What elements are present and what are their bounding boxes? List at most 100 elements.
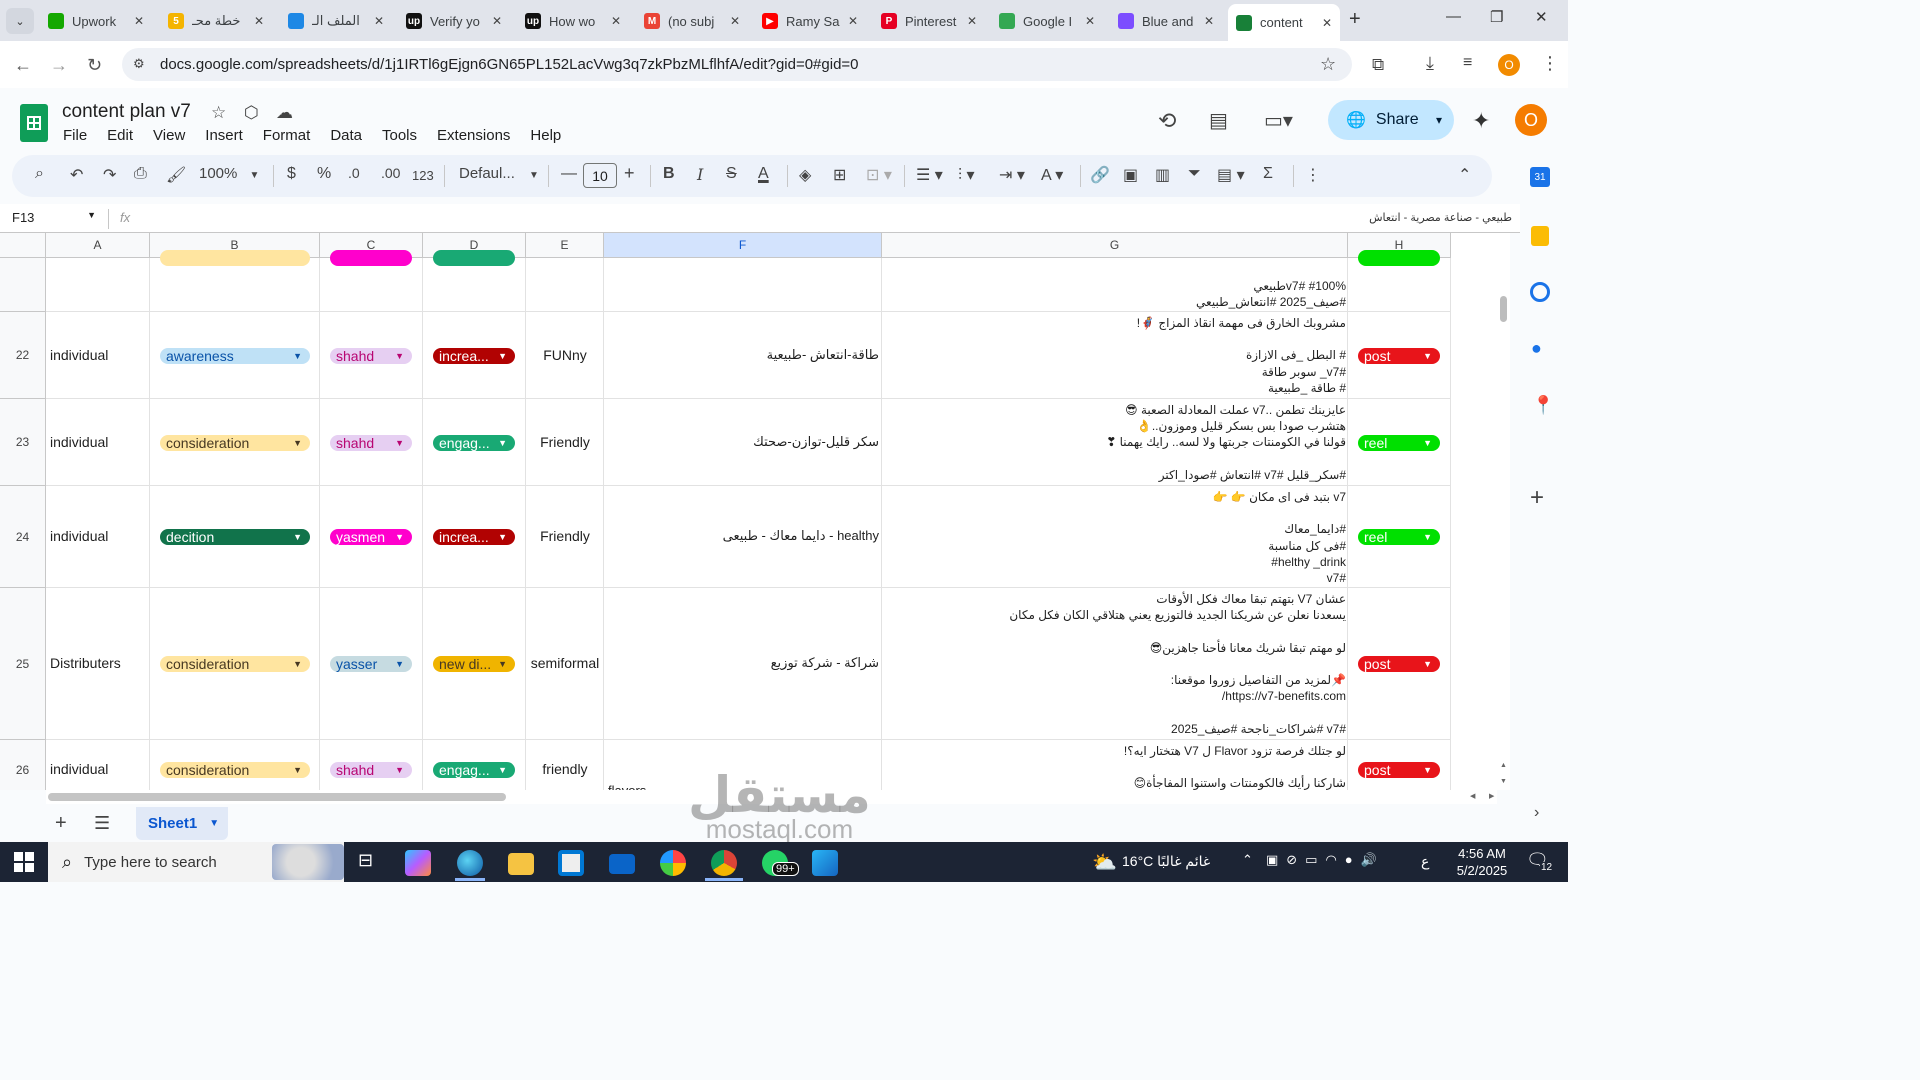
account-avatar[interactable]: O [1515,104,1547,136]
browser-tab[interactable]: P Pinterest ✕ [873,6,985,36]
undo-icon[interactable]: ↶ [70,165,83,185]
tab-close-icon[interactable]: ✕ [1085,14,1095,28]
tab-close-icon[interactable]: ✕ [374,14,384,28]
format-chip[interactable]: post ▼ [1358,762,1440,778]
increase-font-size-button[interactable]: + [624,163,635,184]
column-header-g[interactable]: G [882,233,1348,258]
contacts-icon[interactable]: ● [1531,338,1542,359]
chip-dropdown-icon[interactable]: ▼ [1423,529,1432,545]
paint-format-icon[interactable]: 🖌 [166,165,186,185]
tab-active[interactable]: content ✕ [1228,4,1340,41]
all-sheets-button[interactable]: ☰ [94,813,110,834]
chip-dropdown-icon[interactable]: ▼ [1423,435,1432,451]
font-select[interactable]: Defaul... ▼ [459,165,539,182]
row-header[interactable]: 24 [0,486,46,588]
objective-chip[interactable]: increa... ▼ [433,347,515,364]
text-rotation-icon[interactable]: A ▾ [1041,165,1063,185]
chip-dropdown-icon[interactable]: ▼ [395,762,404,778]
increase-decimal-button[interactable]: .00 [381,165,400,181]
decrease-decimal-button[interactable]: .0 [348,165,360,181]
vertical-align-icon[interactable]: ⫶ ▾ [958,165,974,185]
chip-dropdown-icon[interactable]: ▼ [293,435,302,451]
menu-item-view[interactable]: View [153,127,185,144]
tab-close-icon[interactable]: ✕ [967,14,977,28]
edge-icon[interactable] [457,850,483,876]
photos-icon[interactable] [660,850,686,876]
add-sheet-button[interactable]: + [55,812,67,835]
menu-item-edit[interactable]: Edit [107,127,133,144]
chip-dropdown-icon[interactable]: ▼ [293,656,302,672]
share-dropdown-icon[interactable]: ▾ [1436,113,1442,127]
browser-tab[interactable]: M (no subj ✕ [636,6,748,36]
tab-close-icon[interactable]: ✕ [730,14,740,28]
chip-dropdown-icon[interactable]: ▼ [1423,762,1432,778]
chip-dropdown-icon[interactable]: ▼ [498,656,507,672]
menu-item-help[interactable]: Help [530,127,561,144]
chrome-icon[interactable] [711,850,737,876]
column-header-f[interactable]: F [604,233,882,258]
chip-dropdown-icon[interactable]: ▼ [498,529,507,545]
fill-color-icon[interactable]: ◈ [799,165,811,185]
browser-tab[interactable]: الملف الـ ✕ [280,6,392,36]
keep-icon[interactable] [1531,226,1549,246]
tab-close-icon[interactable]: ✕ [1322,16,1332,30]
new-tab-button[interactable]: + [1349,8,1361,31]
document-title[interactable]: content plan v7 [62,101,191,123]
menu-item-extensions[interactable]: Extensions [437,127,510,144]
dropdown-chip[interactable] [330,250,412,266]
spreadsheet-grid[interactable]: A B C D E F G H #100% #v7طبيعي #صيف_2025 #انتعاش… [0,233,1510,790]
comments-icon[interactable]: ▤ [1209,108,1228,133]
task-view-icon[interactable]: ⊟ [358,850,373,871]
browser-tab[interactable]: Upwork ✕ [40,6,152,36]
merge-cells-icon[interactable]: ⊡ ▾ [866,165,892,185]
text-wrapping-icon[interactable]: ⇥ ▾ [999,165,1025,185]
mail-icon[interactable] [609,854,635,874]
filter-views-icon[interactable]: ▤ ▾ [1217,165,1245,185]
format-chip[interactable]: post ▼ [1358,347,1440,364]
chip-dropdown-icon[interactable]: ▼ [293,348,302,364]
browser-tab[interactable]: Blue and ✕ [1110,6,1222,36]
functions-icon[interactable]: Σ [1263,165,1273,183]
row-header[interactable]: 26 [0,740,46,790]
tray-icons[interactable]: ▣⊘▭◠●🔊 [1266,852,1385,868]
chip-dropdown-icon[interactable]: ▼ [395,435,404,451]
grid-cell[interactable] [423,258,526,312]
owner-chip[interactable]: shahd ▼ [330,347,412,364]
horizontal-scroll-thumb[interactable] [48,793,506,801]
dropdown-chip[interactable] [1358,250,1440,266]
bold-button[interactable]: B [663,165,675,183]
extensions-icon[interactable]: ⧉ [1372,55,1384,75]
chip-dropdown-icon[interactable]: ▼ [395,348,404,364]
menu-item-format[interactable]: Format [263,127,311,144]
filter-icon[interactable]: ⏷ [1188,165,1201,183]
grid-cell[interactable] [526,258,604,312]
grid-cell[interactable] [46,258,150,312]
meet-icon[interactable]: ▭▾ [1264,108,1293,133]
collapse-toolbar-icon[interactable]: ⌃ [1458,165,1471,185]
chip-dropdown-icon[interactable]: ▼ [293,762,302,778]
gemini-icon[interactable]: ✦ [1472,108,1490,134]
objective-chip[interactable]: engag... ▼ [433,434,515,451]
name-box[interactable]: F13 ▼ [12,210,100,225]
browser-menu-icon[interactable]: ⋮ [1541,53,1559,74]
owner-chip[interactable]: yasser ▼ [330,656,412,672]
sheets-logo[interactable] [20,104,48,142]
restore-button[interactable]: ❐ [1490,8,1503,26]
back-icon[interactable]: ← [14,55,32,76]
menu-item-file[interactable]: File [63,127,87,144]
forward-icon[interactable]: → [50,55,68,76]
tab-close-icon[interactable]: ✕ [134,14,144,28]
browser-tab[interactable]: up How wo ✕ [517,6,629,36]
scroll-up-arrow[interactable]: ▲ [1500,762,1507,769]
funnel-stage-chip[interactable]: consideration ▼ [160,656,310,672]
scroll-left-arrow[interactable]: ◀ [1470,792,1475,800]
decrease-font-size-button[interactable]: — [561,165,577,183]
select-all-corner[interactable] [0,233,46,258]
minimize-button[interactable]: — [1446,8,1461,25]
column-header-e[interactable]: E [526,233,604,258]
grid-cell[interactable] [604,258,882,312]
scroll-down-arrow[interactable]: ▼ [1500,778,1507,785]
browser-tab[interactable]: Google I ✕ [991,6,1103,36]
profile-avatar[interactable]: O [1498,54,1520,76]
funnel-stage-chip[interactable]: consideration ▼ [160,762,310,778]
